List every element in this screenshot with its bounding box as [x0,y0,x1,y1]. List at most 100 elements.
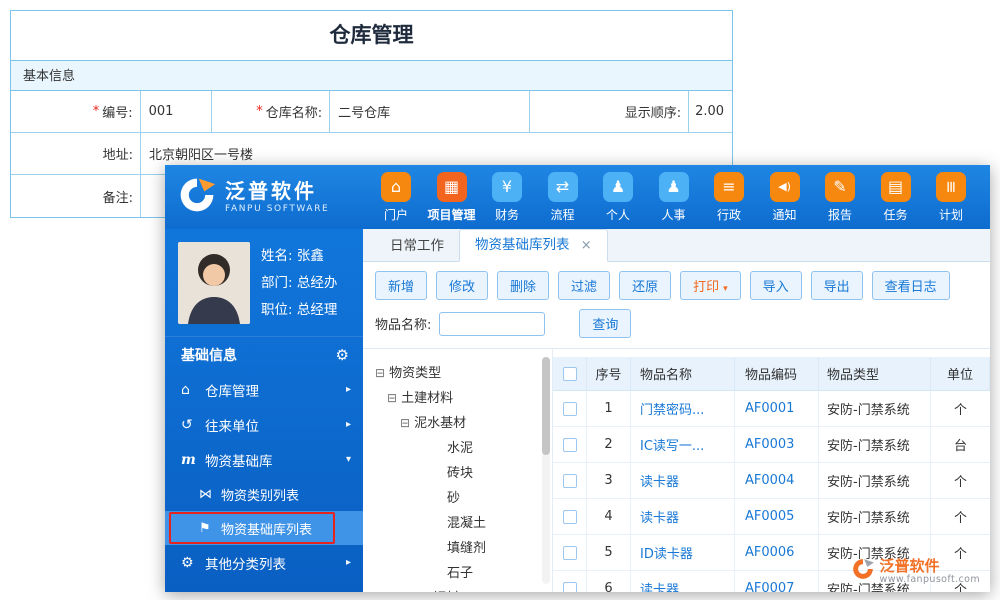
row-checkbox[interactable] [563,402,577,416]
gear-icon[interactable]: ⚙ [336,346,349,364]
warehouse-name-label: * 仓库名称: [212,91,330,132]
section-header: 基本信息 [11,60,732,91]
nav-item-portal[interactable]: ⌂ 门户 [369,172,423,223]
restore-button[interactable]: 还原 [619,271,671,300]
warehouse-name-field[interactable]: 二号仓库 [330,91,529,132]
sidebar-item-warehouse[interactable]: ⌂ 仓库管理 ▸ [165,372,363,407]
row-checkbox[interactable] [563,474,577,488]
nav-item-personal[interactable]: ♟ 个人 [591,172,645,223]
tree-node[interactable]: 砂 [375,486,538,511]
nav-item-notice[interactable]: ◀) 通知 [758,172,812,223]
required-mark: * [93,104,100,119]
gear-icon: ⚙ [181,555,205,571]
tab-material-base-list[interactable]: 物资基础库列表 × [459,229,608,262]
collapse-icon[interactable]: ⊟ [375,366,385,380]
print-button[interactable]: 打印▾ [680,271,741,300]
tree-node[interactable]: 砖块 [375,461,538,486]
item-name-link[interactable]: ID读卡器 [631,535,735,570]
nav-item-report[interactable]: ✎ 报告 [813,172,867,223]
fanpu-logo-icon [851,557,875,585]
fanpu-watermark: 泛普软件 www.fanpusoft.com [851,557,980,585]
code-field[interactable]: 001 [141,91,213,132]
item-name-link[interactable]: 读卡器 [631,571,735,592]
query-button[interactable]: 查询 [579,309,631,338]
tab-daily-work[interactable]: 日常工作 [375,231,459,261]
avatar [178,242,250,324]
category-icon: ⋈ [199,487,221,502]
row-checkbox[interactable] [563,582,577,593]
select-all-checkbox[interactable] [563,367,577,381]
edit-button[interactable]: 修改 [436,271,488,300]
tab-close-icon[interactable]: × [581,238,592,253]
collapse-icon[interactable]: ⊟ [419,591,429,592]
nav-item-finance[interactable]: ¥ 财务 [480,172,534,223]
app-window: 泛普软件 FANPU SOFTWARE ⌂ 门户 ▦ 项目管理 ¥ 财务 ⇄ 流… [165,165,990,592]
tree-node[interactable]: 水泥 [375,436,538,461]
table-row[interactable]: 4 读卡器 AF0005 安防-门禁系统 个 [553,499,990,535]
plan-sliders-icon: ≡ [936,172,966,202]
add-button[interactable]: 新增 [375,271,427,300]
row-checkbox[interactable] [563,546,577,560]
address-label: 地址: [11,133,141,174]
tab-bar: 日常工作 物资基础库列表 × [363,229,990,262]
chevron-down-icon: ▾ [346,454,351,465]
profile-title: 职位: 总经理 [261,297,337,324]
table-row[interactable]: 1 门禁密码... AF0001 安防-门禁系统 个 [553,391,990,427]
import-button[interactable]: 导入 [750,271,802,300]
chevron-right-icon: ▸ [346,419,351,430]
col-item-name: 物品名称 [631,357,735,390]
delete-button[interactable]: 删除 [497,271,549,300]
sidebar-item-material-base-list[interactable]: ⚑ 物资基础库列表 [165,511,363,545]
nav-item-plan[interactable]: ≡ 计划 [924,172,978,223]
cycle-icon: ↺ [181,417,205,433]
export-button[interactable]: 导出 [811,271,863,300]
collapse-icon[interactable]: ⊟ [400,416,410,430]
tree-scrollbar[interactable] [542,357,550,584]
home-icon: ⌂ [381,172,411,202]
display-order-label: 显示顺序: [530,91,690,132]
item-name-label: 物品名称: [375,314,431,333]
filter-button[interactable]: 过滤 [558,271,610,300]
table-header: 序号 物品名称 物品编码 物品类型 单位 [553,357,990,391]
item-name-input[interactable] [439,312,545,336]
tree-node[interactable]: ⊟物资类型 [375,361,538,386]
sidebar-item-other-category-list[interactable]: ⚙ 其他分类列表 ▸ [165,545,363,580]
collapse-icon[interactable]: ⊟ [387,391,397,405]
tree-node[interactable]: ⊟泥水基材 [375,411,538,436]
tree-node[interactable]: ⊟钢材 [375,586,538,592]
speaker-icon: ◀) [770,172,800,202]
tree-node[interactable]: 混凝土 [375,511,538,536]
tree-node[interactable]: 填缝剂 [375,536,538,561]
tree-node[interactable]: ⊟土建材料 [375,386,538,411]
hr-person-icon: ♟ [659,172,689,202]
nav-item-project[interactable]: ▦ 项目管理 [425,172,479,223]
col-item-type: 物品类型 [819,357,931,390]
sidebar-section-basic-info[interactable]: 基础信息 ⚙ [165,336,363,372]
view-log-button[interactable]: 查看日志 [872,271,950,300]
sidebar-item-contacts[interactable]: ↺ 往来单位 ▸ [165,407,363,442]
items-table: 序号 物品名称 物品编码 物品类型 单位 1 门禁密码... AF0001 安防… [553,349,990,592]
scrollbar-thumb[interactable] [542,357,550,455]
table-row[interactable]: 2 IC读写一... AF0003 安防-门禁系统 台 [553,427,990,463]
sidebar-item-material-category-list[interactable]: ⋈ 物资类别列表 [165,477,363,511]
caret-down-icon: ▾ [723,284,728,294]
tree-node[interactable]: 石子 [375,561,538,586]
required-mark: * [256,104,263,119]
nav-item-process[interactable]: ⇄ 流程 [536,172,590,223]
nav-item-admin[interactable]: ≡ 行政 [702,172,756,223]
nav-item-task[interactable]: ▤ 任务 [869,172,923,223]
logo-subtitle: FANPU SOFTWARE [225,204,329,214]
item-name-link[interactable]: IC读写一... [631,427,735,462]
remark-label: 备注: [11,175,141,217]
item-name-link[interactable]: 读卡器 [631,499,735,534]
display-order-field[interactable]: 2.00 [689,91,732,132]
item-name-link[interactable]: 门禁密码... [631,391,735,426]
sidebar-item-material-base[interactable]: m 物资基础库 ▾ [165,442,363,477]
nav-item-hr[interactable]: ♟ 人事 [647,172,701,223]
table-row[interactable]: 3 读卡器 AF0004 安防-门禁系统 个 [553,463,990,499]
item-name-link[interactable]: 读卡器 [631,463,735,498]
grid-icon: ▦ [437,172,467,202]
row-checkbox[interactable] [563,510,577,524]
row-checkbox[interactable] [563,438,577,452]
flag-icon: ⚑ [199,521,221,536]
